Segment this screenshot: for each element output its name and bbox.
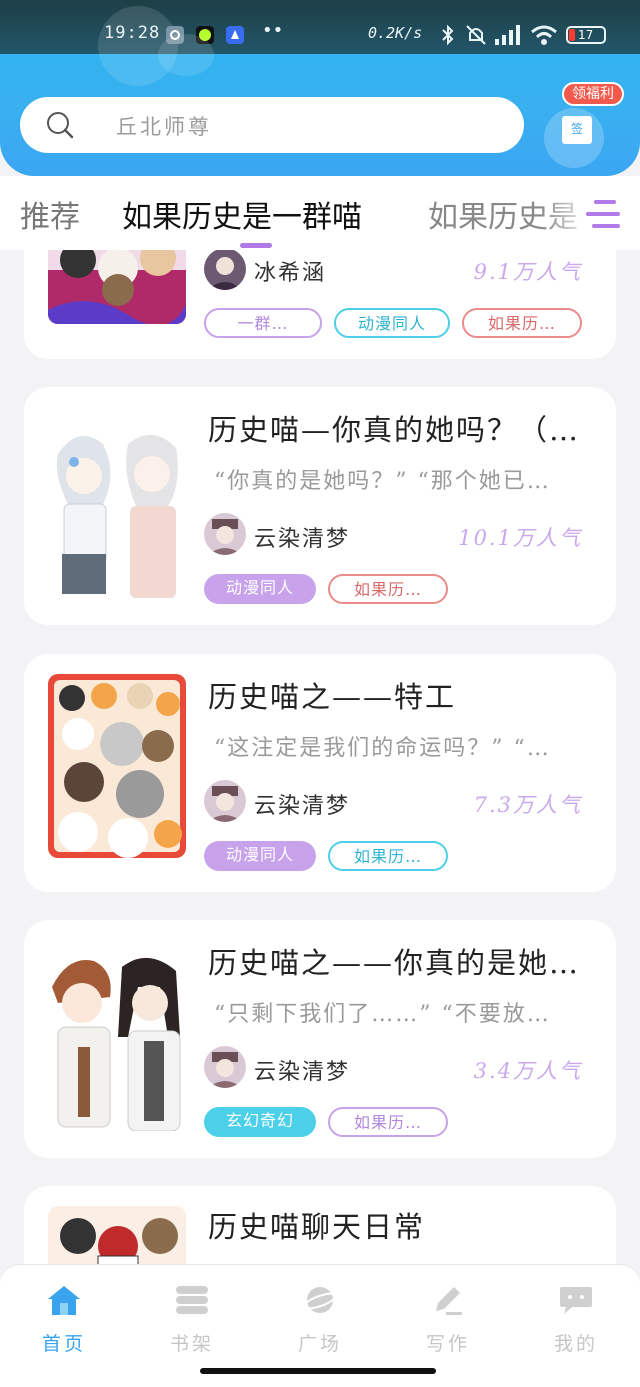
status-bar: 19:28 •• 0.2K/s 17 (0, 0, 640, 86)
tag[interactable]: 如果历… (328, 841, 448, 871)
search-input[interactable]: 丘北师尊 (20, 97, 524, 153)
home-icon (48, 1286, 80, 1315)
status-dots: •• (262, 20, 284, 41)
search-placeholder: 丘北师尊 (116, 115, 212, 139)
chat-bubble-icon (560, 1287, 592, 1314)
author-avatar[interactable] (204, 780, 246, 822)
nav-write[interactable]: 写作 (408, 1283, 488, 1356)
author-name: 冰希涵 (254, 261, 327, 286)
popularity: 7.3万人气 (473, 793, 582, 817)
story-cover (48, 674, 186, 858)
nav-mine[interactable]: 我的 (536, 1283, 616, 1356)
tag[interactable]: 如果历… (328, 1107, 448, 1137)
author-avatar[interactable] (204, 1046, 246, 1088)
story-title: 历史喵聊天日常 (208, 1210, 426, 1244)
welfare-badge: 领福利 (562, 82, 624, 106)
story-title: 历史喵—你真的她吗？（… (208, 413, 581, 447)
mute-bell-icon (466, 25, 486, 45)
story-quote: “这注定是我们的命运吗？” “… (214, 736, 551, 761)
battery-icon: 17 (566, 26, 606, 44)
author-avatar[interactable] (204, 513, 246, 555)
tag[interactable]: 如果历… (328, 574, 448, 604)
planet-icon (302, 1287, 338, 1313)
tab-recommend[interactable]: 推荐 (20, 192, 80, 236)
nav-home[interactable]: 首页 (24, 1283, 104, 1356)
story-title: 历史喵之——你真的是她… (208, 946, 581, 980)
bookshelf-icon (176, 1286, 208, 1314)
search-icon (47, 112, 74, 139)
story-quote: “你真的是她吗？” “那个她已… (214, 469, 551, 494)
menu-icon[interactable] (586, 200, 620, 230)
story-quote: “只剩下我们了……” “不要放… (214, 1002, 551, 1027)
app-header: 19:28 •• 0.2K/s 17 丘北师尊 签 领福利 (0, 0, 640, 176)
author-name: 云染清梦 (254, 794, 351, 819)
popularity: 9.1万人气 (473, 260, 582, 284)
bluetooth-icon (442, 24, 454, 46)
story-title: 历史喵之——特工 (208, 680, 457, 714)
gift-box-icon: 签 (562, 116, 592, 144)
tag[interactable]: 动漫同人 (204, 841, 316, 871)
popularity: 10.1万人气 (458, 526, 582, 550)
story-card[interactable]: 历史喵之——特工 “这注定是我们的命运吗？” “… 云染清梦 7.3万人气 动漫… (24, 654, 616, 892)
tag[interactable]: 动漫同人 (204, 574, 316, 604)
author-name: 云染清梦 (254, 527, 351, 552)
story-card[interactable]: 历史喵—你真的她吗？（… “你真的是她吗？” “那个她已… 云染清梦 10.1万… (24, 387, 616, 625)
author-name: 云染清梦 (254, 1060, 351, 1085)
wifi-icon (531, 25, 557, 45)
app-icon-rocket (226, 26, 244, 44)
tab-indicator (240, 243, 272, 248)
story-cover (48, 414, 186, 598)
author-avatar[interactable] (204, 248, 246, 290)
welfare-gift-button[interactable]: 签 领福利 (544, 82, 634, 170)
nav-square[interactable]: 广场 (280, 1283, 360, 1356)
tab-history-cats[interactable]: 如果历史是一群喵 (122, 192, 362, 236)
tag[interactable]: 动漫同人 (334, 308, 450, 338)
status-time: 19:28 (104, 23, 161, 43)
nav-bookshelf[interactable]: 书架 (152, 1283, 232, 1356)
tag[interactable]: 玄幻奇幻 (204, 1107, 316, 1137)
story-cover (48, 947, 186, 1131)
home-indicator (200, 1368, 436, 1374)
net-speed: 0.2K/s (368, 24, 423, 42)
signal-icon (495, 25, 520, 45)
popularity: 3.4万人气 (473, 1059, 582, 1083)
pen-icon (436, 1287, 462, 1315)
tag[interactable]: 如果历… (462, 308, 582, 338)
tag[interactable]: 一群… (204, 308, 322, 338)
story-card[interactable]: 历史喵之——你真的是她… “只剩下我们了……” “不要放… 云染清梦 3.4万人… (24, 920, 616, 1158)
